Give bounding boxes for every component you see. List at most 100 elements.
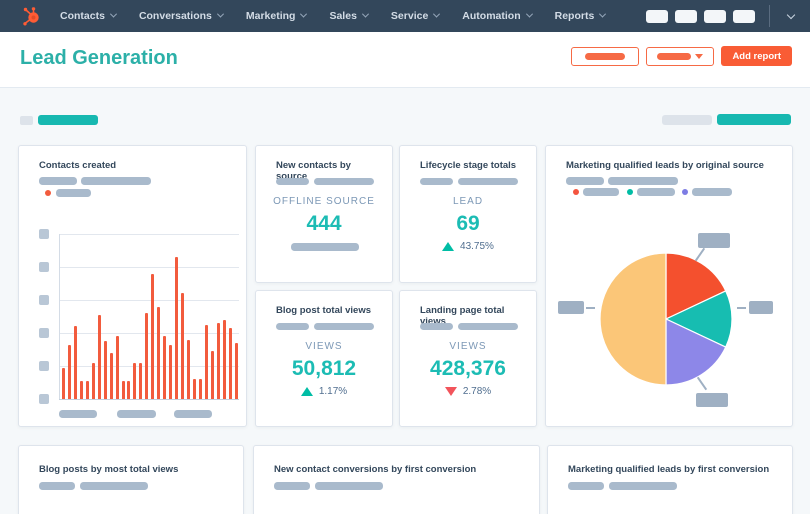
bar [175,257,179,399]
nav-item-conversations[interactable]: Conversations [138,10,224,22]
bar [151,273,155,399]
stat-value: 50,812 [291,357,357,380]
bar-chart [62,234,238,399]
dashboard-dropdown-button[interactable] [646,46,715,66]
card-title: Marketing qualified leads by first conve… [568,464,770,475]
account-chevron-down-icon[interactable] [786,10,796,19]
x-axis [59,399,239,400]
dropdown-triangle-icon [695,53,704,59]
y-tick-placeholder [39,262,49,272]
bar [115,336,119,399]
card-blog-posts-by-most-total-views[interactable]: Blog posts by most total views [18,445,244,514]
nav-tool-placeholder[interactable] [704,9,726,23]
nav-tool-placeholder[interactable] [733,9,755,23]
pie-label-placeholder [749,301,773,314]
dashboard-tab-placeholder[interactable] [38,115,98,125]
bar [79,380,83,399]
nav-item-automation[interactable]: Automation [462,10,533,22]
add-report-button[interactable]: Add report [721,46,792,66]
stat-value: 69 [456,212,480,235]
nav-menu: Contacts Conversations Marketing Sales S… [60,10,607,22]
bar [103,341,107,399]
bar [67,344,71,399]
nav-item-contacts[interactable]: Contacts [60,10,117,22]
nav-divider [769,5,770,27]
nav-item-label: Conversations [138,10,212,22]
nav-right-controls [639,0,810,32]
subtitle-placeholder [276,178,309,185]
delta-value: 43.75% [460,241,494,252]
legend-dot [682,189,688,195]
hubspot-logo-icon[interactable] [18,3,44,29]
bar [62,367,65,399]
top-nav: Contacts Conversations Marketing Sales S… [0,0,810,32]
card-title: New contact conversions by first convers… [274,464,477,475]
nav-item-label: Sales [329,10,357,22]
subtitle-placeholder [39,177,77,185]
legend-dot [627,189,633,195]
bar [228,328,232,399]
x-tick-placeholder [117,410,156,418]
legend-label-placeholder [692,188,732,196]
card-landing-page-total-views[interactable]: Landing page total views VIEWS 428,376 2… [399,290,537,427]
x-tick-placeholder [174,410,212,418]
dashboard-filter-placeholder[interactable] [20,116,33,125]
nav-item-reports[interactable]: Reports [555,10,607,22]
pie-callout-line [586,307,595,309]
y-axis [59,234,60,399]
y-tick-placeholder [39,295,49,305]
nav-tool-placeholder[interactable] [675,9,697,23]
stat-footer-placeholder [291,243,359,251]
subtitle-placeholder [609,482,677,490]
subtitle-placeholder [420,178,453,185]
bar [187,339,191,399]
card-title: Marketing qualified leads by original so… [566,160,764,171]
legend-dot [45,190,51,196]
subtitle-placeholder [274,482,310,490]
card-contacts-created[interactable]: Contacts created [18,145,247,427]
subtitle-placeholder [314,178,374,185]
stat-value: 444 [306,212,342,235]
dashboard-option-placeholder-active[interactable] [717,114,791,125]
card-blog-post-total-views[interactable]: Blog post total views VIEWS 50,812 1.17% [255,290,393,427]
card-mql-by-original-source[interactable]: Marketing qualified leads by original so… [545,145,793,427]
stat-delta: 2.78% [400,386,536,397]
card-title: Contacts created [39,160,117,171]
bar [169,344,173,399]
chevron-down-icon [216,10,224,18]
bar [157,306,161,399]
stat-delta: 1.17% [256,386,392,397]
pie-label-placeholder [696,393,728,407]
button-label-placeholder [585,52,626,60]
bar [133,362,137,399]
nav-item-label: Service [390,10,429,22]
card-mql-by-first-conversion[interactable]: Marketing qualified leads by first conve… [547,445,793,514]
pie-label-placeholder [558,301,584,314]
stat-label: VIEWS [305,341,343,352]
nav-tool-placeholder[interactable] [646,9,668,23]
nav-item-label: Automation [462,10,521,22]
bar [192,379,196,399]
nav-item-sales[interactable]: Sales [329,10,369,22]
trend-up-icon [442,242,455,251]
y-tick-placeholder [39,328,49,338]
bar [234,342,238,399]
legend-label-placeholder [637,188,675,196]
card-new-contacts-by-source[interactable]: New contacts by source OFFLINE SOURCE 44… [255,145,393,283]
nav-item-service[interactable]: Service [390,10,441,22]
card-lifecycle-stage-totals[interactable]: Lifecycle stage totals LEAD 69 43.75% [399,145,537,283]
nav-item-marketing[interactable]: Marketing [246,10,308,22]
dashboard-option-placeholder[interactable] [662,115,712,125]
subtitle-placeholder [81,177,151,185]
chevron-down-icon [433,10,441,18]
legend-label-placeholder [583,188,619,196]
pie-slice-yellow [599,252,667,386]
bar [145,313,149,399]
dashboard-action-button[interactable] [571,46,640,66]
stat-label: LEAD [452,196,484,207]
delta-value: 2.78% [462,386,492,397]
nav-item-label: Contacts [60,10,105,22]
chevron-down-icon [109,10,117,18]
subtitle-placeholder [566,177,604,185]
card-new-contact-conversions[interactable]: New contact conversions by first convers… [253,445,540,514]
